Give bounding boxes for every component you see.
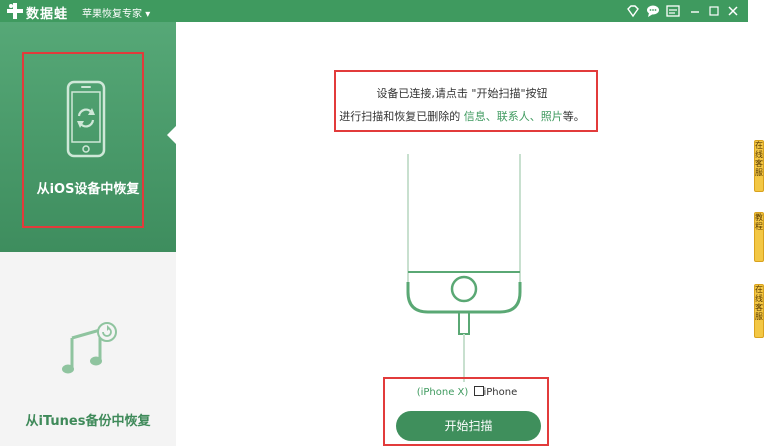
highlight-box-ios-mode [22,52,144,228]
app-name: 数据蛙 [26,7,69,22]
app-subtitle: 苹果恢复专家 [82,9,142,20]
title-bar: 数据蛙 苹果恢复专家 ▾ [0,0,748,22]
chat-icon[interactable] [646,4,660,18]
active-indicator-arrow [167,126,176,144]
app-logo-icon [7,3,23,19]
menu-icon[interactable] [666,4,680,18]
side-tab-online-service-2[interactable]: 在线客服 [754,284,764,338]
diamond-icon[interactable] [626,4,640,18]
highlight-box-start [383,377,549,446]
itunes-mode-label: 从iTunes备份中恢复 [25,414,151,429]
phone-connected-illustration [406,154,522,382]
app-subtitle-dropdown[interactable]: 苹果恢复专家 ▾ [82,5,150,20]
maximize-icon[interactable] [707,4,721,18]
highlight-box-hint [334,70,598,132]
side-tab-tutorial[interactable]: 教程 [754,212,764,262]
music-backup-icon [62,322,117,374]
side-tab-online-service[interactable]: 在线客服 [754,140,764,192]
close-icon[interactable] [726,4,740,18]
itunes-recovery-mode-tab[interactable]: 从iTunes备份中恢复 [0,252,176,446]
chevron-down-icon: ▾ [145,9,151,20]
minimize-icon[interactable] [688,4,702,18]
